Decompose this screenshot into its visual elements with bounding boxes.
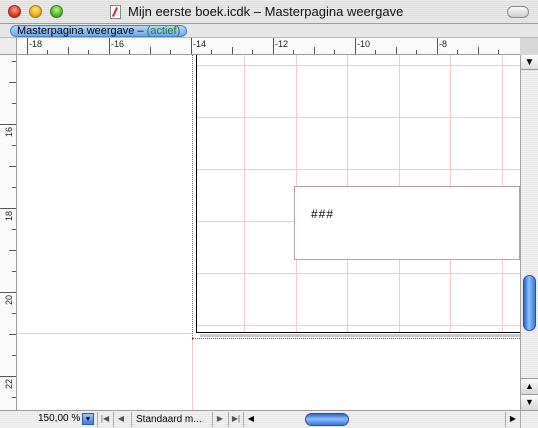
previous-page-icon: ◀ <box>117 414 125 423</box>
resize-grip[interactable] <box>520 411 538 428</box>
arrow-up-icon: ▲ <box>525 381 534 391</box>
ruler-label: 22 <box>4 379 14 390</box>
scroll-up-button[interactable]: ▲ <box>521 378 538 394</box>
toolbar-toggle-button[interactable] <box>507 6 529 18</box>
page-selector[interactable]: Standaard m... <box>131 412 211 427</box>
previous-page-button[interactable]: ◀ <box>113 412 128 427</box>
document-window: Mijn eerste boek.icdk – Masterpagina wee… <box>0 0 538 428</box>
page-bleed-edge <box>192 338 520 340</box>
scroll-right-button[interactable]: ▶ <box>505 412 520 427</box>
text-frame[interactable]: ### <box>294 186 520 260</box>
scroll-down-button[interactable]: ▼ <box>521 394 538 410</box>
chevron-down-icon: ▼ <box>84 416 92 423</box>
view-tab-bar: Masterpagina weergave – (actief) <box>0 24 538 38</box>
minimize-button[interactable] <box>29 5 42 18</box>
split-view-button[interactable]: ▼ <box>521 55 538 70</box>
ruler-label: -16 <box>111 39 125 49</box>
page-shadow <box>200 334 520 337</box>
horizontal-ruler[interactable]: -18 -16 -14 -12 -10 -8 <box>17 38 520 55</box>
vertical-ruler[interactable]: 16 18 20 22 <box>0 55 17 410</box>
zoom-dropdown-button[interactable]: ▼ <box>82 413 94 425</box>
page-bleed-edge <box>192 55 195 340</box>
tab-label: Masterpagina weergave – <box>17 25 147 37</box>
close-button[interactable] <box>8 5 21 18</box>
arrow-left-icon: ◀ <box>247 414 255 423</box>
status-bar: 150,00 % ▼ |◀ ◀ Standaard m... ▶ ▶| ◀ ▶ <box>0 410 538 428</box>
ruler-label: 18 <box>4 211 14 222</box>
ruler-label: -14 <box>193 39 207 49</box>
horizontal-scrollbar[interactable]: ◀ ▶ <box>243 412 520 427</box>
document-icon[interactable] <box>110 5 121 19</box>
first-page-icon: |◀ <box>100 414 110 423</box>
next-page-button[interactable]: ▶ <box>212 412 227 427</box>
title-bar[interactable]: Mijn eerste boek.icdk – Masterpagina wee… <box>0 0 538 24</box>
layout-canvas[interactable]: ### <box>17 55 520 410</box>
arrow-down-icon: ▼ <box>525 397 534 407</box>
ruler-label: -18 <box>29 39 43 49</box>
zoom-button[interactable] <box>50 5 63 18</box>
window-title: Mijn eerste boek.icdk – Masterpagina wee… <box>128 4 404 19</box>
page-number-placeholder: ### <box>311 207 335 221</box>
first-page-button[interactable]: |◀ <box>97 412 112 427</box>
triangle-down-icon: ▼ <box>524 57 535 68</box>
next-page-icon: ▶ <box>216 414 224 423</box>
vertical-scrollbar[interactable]: ▼ ▲ ▼ <box>520 55 538 410</box>
ruler-origin-corner[interactable] <box>0 38 17 55</box>
horizontal-scroll-thumb[interactable] <box>305 413 349 426</box>
ruler-label: -8 <box>439 39 448 49</box>
ruler-label: 20 <box>4 295 14 306</box>
tab-master-page-view[interactable]: Masterpagina weergave – (actief) <box>10 25 188 37</box>
arrow-right-icon: ▶ <box>509 414 517 423</box>
last-page-icon: ▶| <box>231 414 241 423</box>
tab-status: (actief) <box>146 25 181 37</box>
vertical-scroll-thumb[interactable] <box>523 275 536 331</box>
ruler-label: -10 <box>357 39 371 49</box>
ruler-label: 16 <box>4 127 14 138</box>
scroll-left-button[interactable]: ◀ <box>243 412 258 427</box>
last-page-button[interactable]: ▶| <box>228 412 243 427</box>
zoom-field[interactable]: 150,00 % <box>38 413 80 424</box>
ruler-label: -12 <box>275 39 289 49</box>
